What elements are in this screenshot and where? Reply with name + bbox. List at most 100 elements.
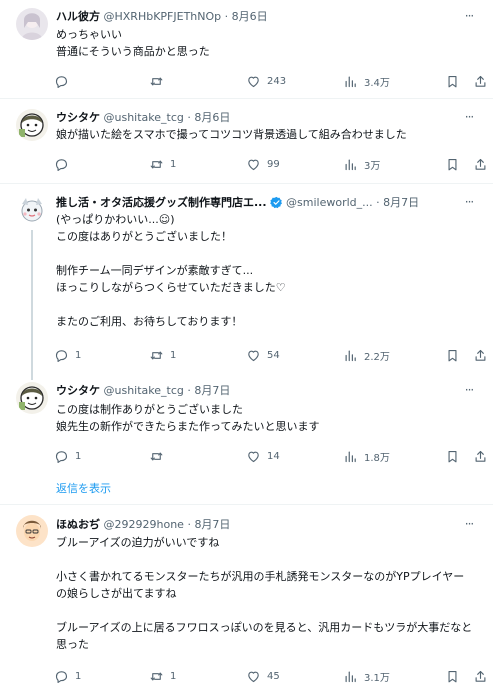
user-handle[interactable]: @ushitake_tcg [104,384,184,397]
user-handle[interactable]: @292929hone [104,518,184,531]
action-bar: 1 99 3万 [54,155,486,173]
bookmark-icon [445,348,460,363]
post-date[interactable]: 8月6日 [194,111,230,124]
post[interactable]: ウシタケ @ushitake_tcg · 8月6日 ··· 娘が描いた絵をスマホ… [0,99,493,183]
display-name[interactable]: ウシタケ [56,111,100,124]
reply-icon [54,157,69,172]
post[interactable]: ウシタケ @ushitake_tcg · 8月7日 ··· この度は制作ありがと… [0,372,493,495]
reply-button[interactable] [54,155,75,173]
user-handle[interactable]: @smileworld_... [286,196,373,209]
bookmark-icon [445,449,460,464]
action-bar: 243 3.4万 [54,72,486,90]
heart-icon [246,74,261,89]
share-button[interactable] [473,447,488,465]
views-button[interactable]: 3.1万 [343,667,390,685]
replie-count: 1 [75,349,82,361]
bookmark-button[interactable] [445,667,460,685]
share-icon [473,74,488,89]
action-bar: 1 14 1.8万 [54,447,486,465]
bookmark-button[interactable] [445,346,460,364]
like-button[interactable]: 99 [246,155,280,173]
views-icon [343,669,358,684]
views-icon [343,449,358,464]
like-button[interactable]: 14 [246,447,280,465]
display-name[interactable]: 推し活・オタ活応援グッズ制作専門店エ... [56,196,267,209]
repost-count: 1 [170,158,177,170]
view-count: 3.4万 [364,77,390,89]
reply-icon [54,74,69,89]
repost-count: 1 [170,349,177,361]
like-button[interactable]: 243 [246,72,286,90]
replie-count: 1 [75,670,82,682]
reply-icon [54,449,69,464]
bookmark-button[interactable] [445,447,460,465]
display-name[interactable]: ハル彼方 [56,10,100,23]
view-count: 3万 [364,160,381,172]
repost-button[interactable] [149,72,170,90]
view-count: 2.2万 [364,351,390,363]
bookmark-button[interactable] [445,155,460,173]
share-icon [473,157,488,172]
views-icon [343,74,358,89]
repost-button[interactable]: 1 [149,155,176,173]
post[interactable]: ほぬおぢ @292929hone · 8月7日 ··· ブルーアイズの迫力がいい… [0,505,493,692]
avatar[interactable] [16,194,48,226]
repost-count: 1 [170,670,177,682]
avatar[interactable] [16,382,48,414]
action-bar: 1 1 54 2.2万 [54,346,486,364]
view-count: 1.8万 [364,452,390,464]
post-date[interactable]: 8月7日 [194,384,230,397]
user-handle[interactable]: @HXRHbKPFJEThNOp [104,10,222,23]
post-header: ウシタケ @ushitake_tcg · 8月6日 [56,110,453,126]
separator-dot: · [187,111,191,124]
reply-button[interactable]: 1 [54,346,81,364]
bookmark-button[interactable] [445,72,460,90]
show-replies-link[interactable]: 返信を表示 [56,481,111,497]
post-date[interactable]: 8月7日 [194,518,230,531]
more-icon[interactable]: ··· [459,384,479,400]
separator-dot: · [224,10,229,23]
heart-icon [246,157,261,172]
post-text: めっちゃいい 普通にそういう商品かと思った [56,28,210,58]
heart-icon [246,669,261,684]
user-handle[interactable]: @ushitake_tcg [104,111,184,124]
reply-button[interactable] [54,72,75,90]
more-icon[interactable]: ··· [459,518,479,534]
like-button[interactable]: 45 [246,667,280,685]
replie-count: 1 [75,450,82,462]
more-icon[interactable]: ··· [459,196,479,212]
like-count: 99 [267,158,280,170]
share-button[interactable] [473,667,488,685]
avatar[interactable] [16,515,48,547]
reply-icon [54,669,69,684]
views-button[interactable]: 2.2万 [343,346,390,364]
post-date[interactable]: 8月6日 [232,10,268,23]
avatar[interactable] [16,8,48,40]
more-icon[interactable]: ··· [459,111,479,127]
display-name[interactable]: ウシタケ [56,384,100,397]
reply-button[interactable]: 1 [54,667,81,685]
views-button[interactable]: 3万 [343,155,380,173]
like-button[interactable]: 54 [246,346,280,364]
post-header: ウシタケ @ushitake_tcg · 8月7日 [56,383,453,399]
share-icon [473,348,488,363]
heart-icon [246,449,261,464]
reply-button[interactable]: 1 [54,447,81,465]
separator-dot: · [376,196,380,209]
share-button[interactable] [473,72,488,90]
post-date[interactable]: 8月7日 [383,196,419,209]
avatar[interactable] [16,109,48,141]
repost-button[interactable] [149,447,170,465]
views-button[interactable]: 1.8万 [343,447,390,465]
repost-icon [149,74,164,89]
views-button[interactable]: 3.4万 [343,72,390,90]
share-button[interactable] [473,155,488,173]
post[interactable]: 推し活・オタ活応援グッズ制作専門店エ... @smileworld_... · … [0,184,493,372]
like-count: 243 [267,75,287,87]
repost-button[interactable]: 1 [149,667,176,685]
repost-button[interactable]: 1 [149,346,176,364]
display-name[interactable]: ほぬおぢ [56,518,100,531]
more-icon[interactable]: ··· [459,10,479,26]
post[interactable]: ハル彼方 @HXRHbKPFJEThNOp · 8月6日 ··· めっちゃいい … [0,0,493,98]
share-button[interactable] [473,346,488,364]
